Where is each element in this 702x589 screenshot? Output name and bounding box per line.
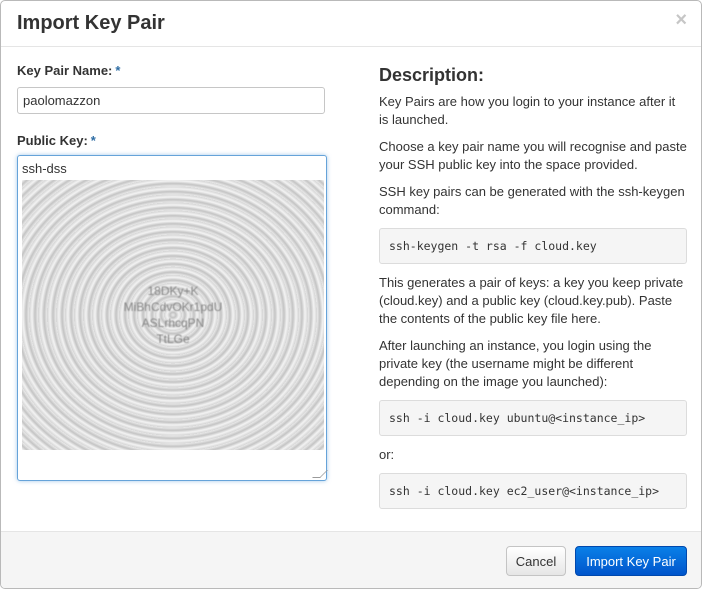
dialog-footer: Cancel Import Key Pair — [1, 531, 701, 588]
key-pair-name-label-text: Key Pair Name: — [17, 63, 113, 78]
description-paragraph: Choose a key pair name you will recognis… — [379, 139, 687, 172]
obscured-fragment: ASLrhcqPN — [141, 316, 205, 330]
description-paragraph: After launching an instance, you login u… — [379, 338, 652, 389]
required-mark: * — [115, 63, 121, 78]
description-column: Description: Key Pairs are how you login… — [379, 63, 687, 519]
obscured-key-content: 18DKy+K MiBhCdvOKr1pdU ASLrhcqPN TtLGe — [22, 180, 324, 450]
key-pair-name-label: Key Pair Name: * — [17, 63, 327, 79]
code-block-ssh-ec2: ssh -i cloud.key ec2_user@<instance_ip> — [379, 473, 687, 509]
obscured-fragment: MiBhCdvOKr1pdU — [123, 300, 223, 314]
code-block-ssh-ubuntu: ssh -i cloud.key ubuntu@<instance_ip> — [379, 400, 687, 436]
description-paragraph: Key Pairs are how you login to your inst… — [379, 94, 676, 127]
obscured-fragment: 18DKy+K — [147, 284, 199, 298]
required-mark: * — [90, 133, 96, 148]
code-block-keygen: ssh-keygen -t rsa -f cloud.key — [379, 228, 687, 264]
import-key-pair-dialog: Import Key Pair × Key Pair Name: * paolom… — [0, 0, 702, 589]
or-label: or: — [379, 447, 395, 462]
obscured-key-fragments: 18DKy+K MiBhCdvOKr1pdU ASLrhcqPN TtLGe — [22, 180, 324, 450]
key-pair-name-input[interactable]: paolomazzon — [17, 87, 325, 114]
cancel-button[interactable]: Cancel — [506, 546, 566, 576]
obscured-fragment: TtLGe — [156, 332, 190, 346]
key-pair-name-value: paolomazzon — [23, 93, 101, 108]
close-icon[interactable]: × — [675, 10, 687, 30]
import-key-pair-button[interactable]: Import Key Pair — [575, 546, 687, 576]
public-key-value: ssh-dss — [22, 161, 67, 176]
resize-handle-icon[interactable] — [312, 470, 328, 478]
dialog-header: Import Key Pair × — [1, 1, 701, 47]
description-paragraph: SSH key pairs can be generated with the … — [379, 184, 685, 217]
dialog-title: Import Key Pair — [17, 12, 165, 34]
public-key-label: Public Key: * — [17, 133, 96, 149]
public-key-textarea[interactable]: ssh-dss 18DKy+K MiBhCdvOKr1pdU ASLrhcqPN… — [17, 155, 328, 481]
description-paragraph: This generates a pair of keys: a key you… — [379, 275, 684, 326]
public-key-label-text: Public Key: — [17, 133, 88, 148]
description-title: Description: — [379, 65, 485, 85]
form-column: Key Pair Name: * paolomazzon — [17, 63, 327, 114]
